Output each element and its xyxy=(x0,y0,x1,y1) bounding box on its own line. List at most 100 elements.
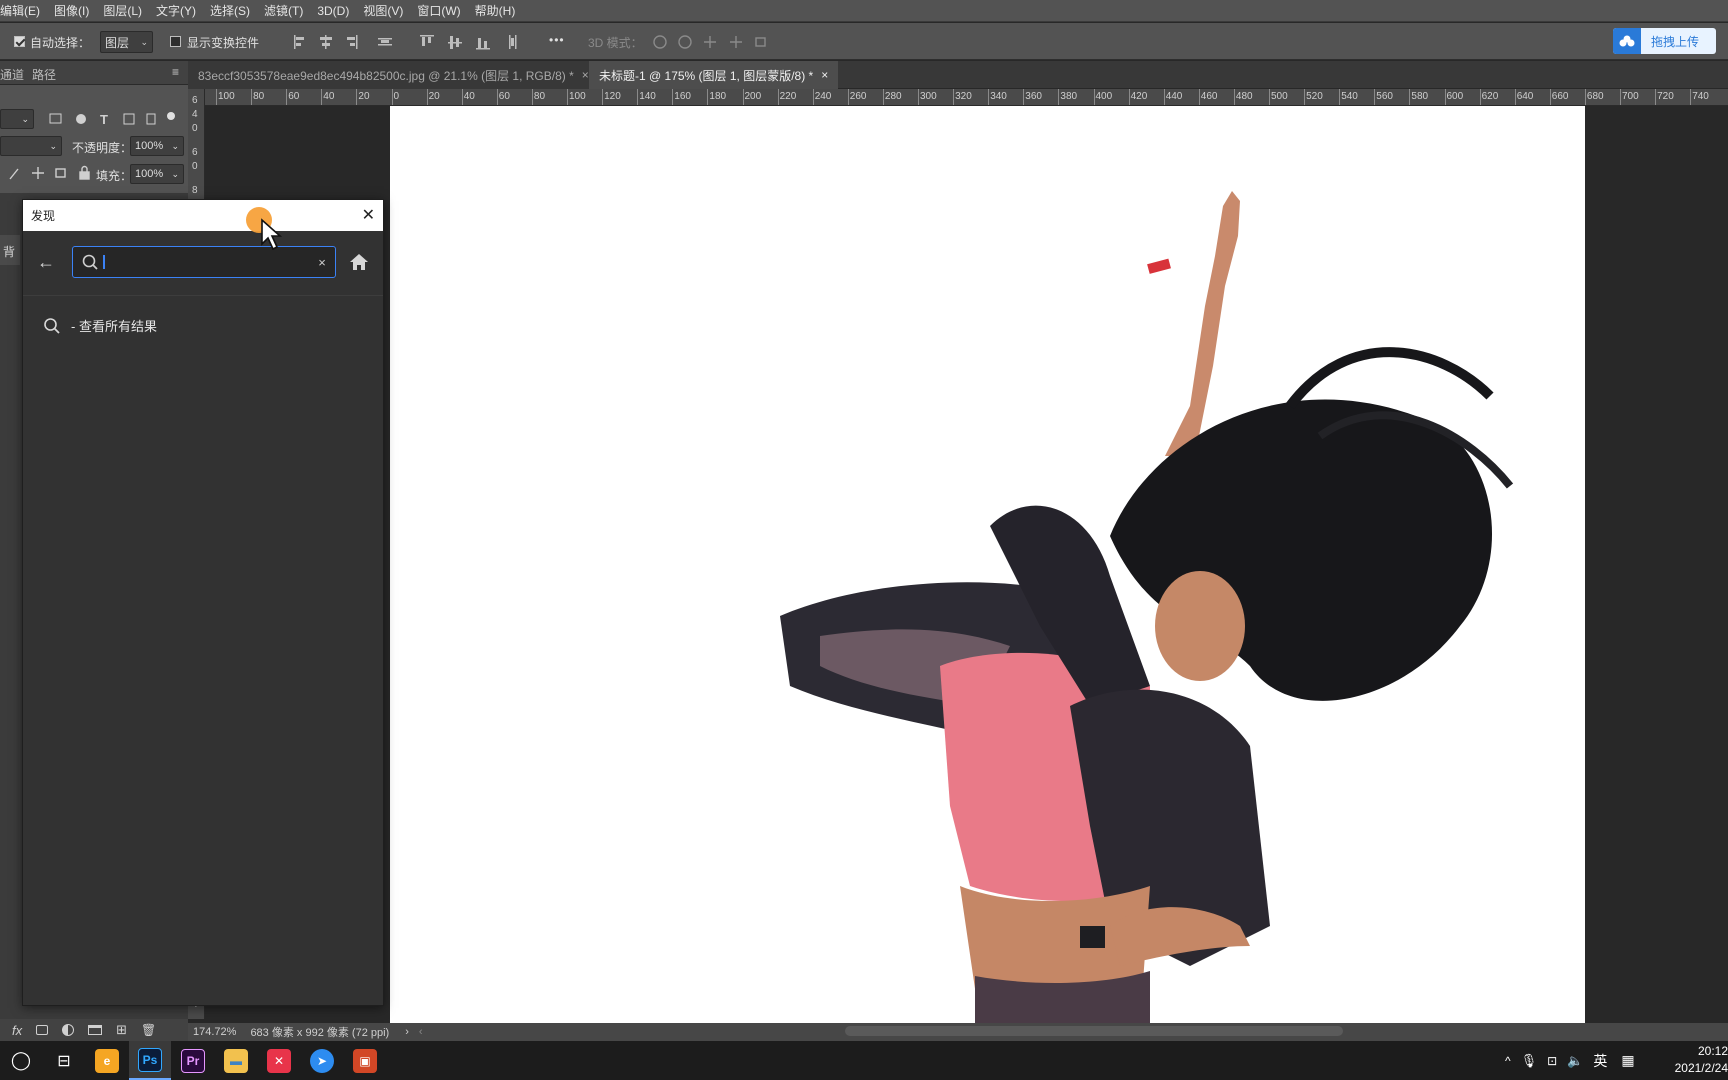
horizontal-scrollbar[interactable] xyxy=(845,1026,1343,1036)
premiere-icon: Pr xyxy=(181,1048,205,1073)
menu-window[interactable]: 窗口(W) xyxy=(410,0,467,22)
ime-indicator[interactable]: 英 xyxy=(1593,1051,1607,1071)
ruler-tick-label: 560 xyxy=(1376,91,1393,102)
ruler-tick-label: 80 xyxy=(533,91,546,102)
distribute-v-icon[interactable] xyxy=(509,35,517,49)
menu-type[interactable]: 文字(Y) xyxy=(149,0,203,22)
taskbar-presentation[interactable]: ▣ xyxy=(344,1041,386,1080)
clock[interactable]: 20:12 2021/2/24 xyxy=(1664,1043,1728,1077)
fx-icon[interactable]: fx xyxy=(12,1023,22,1038)
scroll-left-icon[interactable]: ‹ xyxy=(419,1026,423,1038)
ruler-tick-label: 660 xyxy=(1551,91,1569,102)
search-field[interactable]: × xyxy=(72,246,336,278)
folder-icon[interactable] xyxy=(88,1025,103,1035)
close-icon[interactable]: × xyxy=(582,68,589,82)
auto-select-checkbox[interactable] xyxy=(14,36,25,47)
discover-titlebar[interactable]: 发现 ✕ xyxy=(23,200,383,231)
volume-icon[interactable]: 🔈 xyxy=(1567,1053,1583,1069)
zoom-level[interactable]: 174.72% xyxy=(193,1026,236,1038)
menu-layer[interactable]: 图层(L) xyxy=(96,0,149,22)
search-input[interactable] xyxy=(103,255,309,269)
align-right-icon[interactable] xyxy=(347,35,358,49)
align-bottom-icon[interactable] xyxy=(476,38,490,50)
discover-panel: 发现 ✕ ← × - 查看所有结果 xyxy=(22,199,384,1006)
align-vcenter-icon[interactable] xyxy=(448,36,462,49)
3d-pan-icon xyxy=(704,36,716,48)
view-all-results-item[interactable]: - 查看所有结果 xyxy=(43,316,157,335)
ruler-tick-mark xyxy=(251,89,253,105)
fill-input[interactable]: 100% ⌄ xyxy=(130,164,184,184)
taskbar-photoshop[interactable]: Ps xyxy=(129,1041,171,1080)
menu-edit[interactable]: 编辑(E) xyxy=(0,0,47,22)
ruler-tick-mark xyxy=(461,89,463,105)
tab-channels[interactable]: 通道 xyxy=(0,66,24,83)
adjustment-layer-icon[interactable] xyxy=(62,1024,75,1036)
tab-doc-untitled[interactable]: 未标题-1 @ 175% (图层 1, 图层蒙版/8) * × xyxy=(589,61,839,89)
circle-icon: ◯ xyxy=(10,1050,32,1070)
ruler-tick-label: 720 xyxy=(1657,91,1674,102)
auto-select-target-dropdown[interactable]: 图层 ⌄ xyxy=(100,31,153,53)
trash-icon[interactable]: 🗑 xyxy=(141,1023,156,1037)
ruler-tick-mark xyxy=(602,89,604,105)
ruler-tick-label: 640 xyxy=(1516,91,1534,102)
start-search-button[interactable]: ◯ xyxy=(0,1041,42,1080)
menu-3d[interactable]: 3D(D) xyxy=(310,0,356,22)
clear-search-icon[interactable]: × xyxy=(309,255,335,270)
align-left-icon[interactable] xyxy=(294,35,304,49)
task-view-button[interactable]: ⊟ xyxy=(43,1041,85,1080)
back-arrow-icon[interactable]: ← xyxy=(37,252,55,273)
upload-label: 拖拽上传 xyxy=(1651,34,1700,49)
taskbar-feishu[interactable]: ➤ xyxy=(301,1041,343,1080)
status-arrow-icon[interactable]: › xyxy=(405,1026,409,1038)
upload-widget[interactable]: 拖拽上传 xyxy=(1613,28,1716,54)
more-options-button[interactable]: ••• xyxy=(549,33,565,47)
tab-doc-jpg[interactable]: 83eccf3053578eae9ed8ec494b82500c.jpg @ 2… xyxy=(188,61,599,89)
taskbar-explorer[interactable]: ▬ xyxy=(215,1041,257,1080)
menu-help[interactable]: 帮助(H) xyxy=(468,0,523,22)
layer-filter-dropdown[interactable]: ⌄ xyxy=(0,109,34,129)
document-canvas[interactable] xyxy=(390,106,1585,1023)
ruler-tick-mark xyxy=(742,89,744,105)
panel-menu-icon[interactable]: ≡ xyxy=(172,65,179,79)
microphone-icon[interactable]: 🎙 xyxy=(1521,1053,1538,1069)
folder-app-icon: ▬ xyxy=(224,1048,248,1073)
ruler-tick-mark xyxy=(1023,89,1025,105)
align-hcenter-icon[interactable] xyxy=(320,35,332,49)
presentation-icon: ▣ xyxy=(353,1048,377,1073)
menu-image[interactable]: 图像(I) xyxy=(47,0,96,22)
menu-select[interactable]: 选择(S) xyxy=(203,0,257,22)
align-top-icon[interactable] xyxy=(420,35,434,46)
ruler-tick-mark xyxy=(777,89,779,105)
menu-filter[interactable]: 滤镜(T) xyxy=(257,0,310,22)
show-transform-checkbox[interactable] xyxy=(170,36,181,47)
layer-row[interactable]: 背 xyxy=(0,235,20,265)
close-icon[interactable]: ✕ xyxy=(362,207,375,224)
opacity-input[interactable]: 100% ⌄ xyxy=(130,136,184,156)
tab-paths[interactable]: 路径 xyxy=(32,66,56,83)
taskbar-browser[interactable]: e xyxy=(86,1041,128,1080)
document-tabs: 83eccf3053578eae9ed8ec494b82500c.jpg @ 2… xyxy=(188,61,1728,89)
add-mask-icon[interactable] xyxy=(36,1025,49,1035)
taskbar-premiere[interactable]: Pr xyxy=(172,1041,214,1080)
system-tray: ^ 🎙 ⊡ 🔈 英 ▦ xyxy=(1505,1041,1635,1080)
new-layer-icon[interactable]: ⊞ xyxy=(116,1022,127,1038)
filter-toggle-icon xyxy=(167,112,175,120)
blend-mode-dropdown[interactable]: ⌄ xyxy=(0,136,62,156)
close-icon[interactable]: × xyxy=(821,68,828,82)
home-icon[interactable] xyxy=(348,252,370,272)
taskbar-xmind[interactable]: ✕ xyxy=(258,1041,300,1080)
view-all-results-label: - 查看所有结果 xyxy=(71,319,157,334)
ruler-tick-label: 740 xyxy=(1692,91,1709,102)
ruler-tick-mark xyxy=(531,89,533,105)
menu-view[interactable]: 视图(V) xyxy=(356,0,410,22)
ruler-tick-mark xyxy=(1233,89,1235,105)
grid-icon[interactable]: ▦ xyxy=(1621,1052,1634,1069)
ruler-tick-mark xyxy=(1514,89,1516,105)
align-icons-group xyxy=(294,35,517,50)
network-icon[interactable]: ⊡ xyxy=(1547,1054,1557,1068)
ruler-tick-label: 400 xyxy=(1095,91,1113,102)
ruler-tick-label: 6 xyxy=(192,147,198,158)
layers-footer: fx ⊞ 🗑 xyxy=(0,1019,188,1041)
chevron-up-icon[interactable]: ^ xyxy=(1505,1054,1511,1068)
distribute-icon[interactable] xyxy=(378,38,392,46)
